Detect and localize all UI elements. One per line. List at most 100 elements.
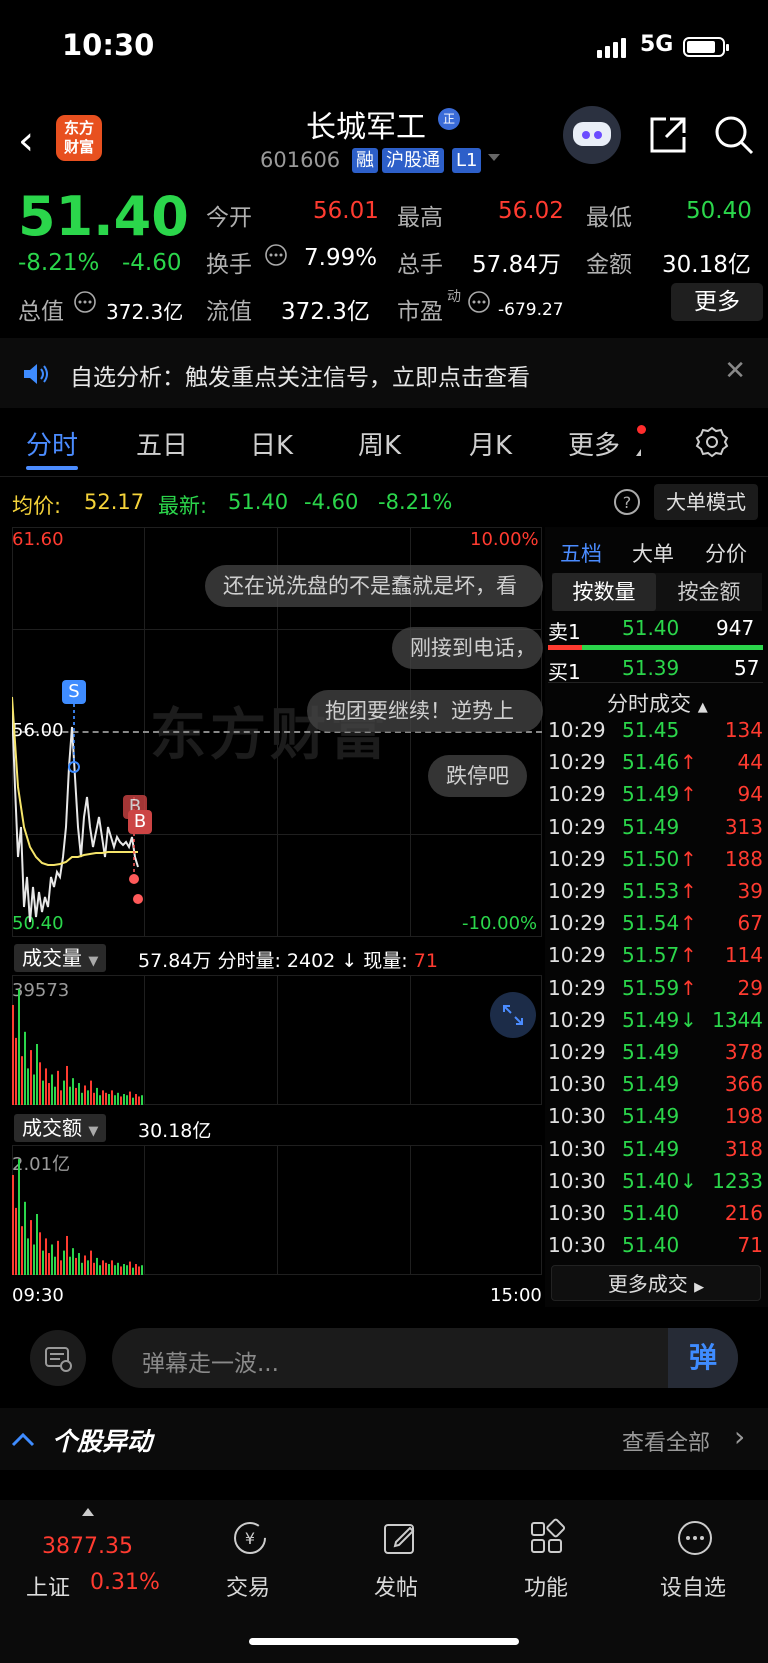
tab-big-orders[interactable]: 大单 bbox=[632, 538, 674, 568]
buy-marker[interactable]: B bbox=[128, 810, 152, 834]
danmu-bubble[interactable]: 还在说洗盘的不是蠢就是坏，看 bbox=[205, 565, 543, 607]
amount-bar bbox=[129, 1261, 131, 1275]
index-pct[interactable]: 0.31% bbox=[90, 1570, 160, 1595]
more-circle-icon[interactable] bbox=[675, 1518, 715, 1558]
trade-price: 51.50 bbox=[622, 846, 680, 871]
danmu-send-button[interactable]: 弹 bbox=[668, 1328, 738, 1388]
volume-bar bbox=[39, 1062, 41, 1105]
amount-bar bbox=[18, 1159, 20, 1275]
info-icon[interactable] bbox=[264, 243, 288, 267]
chevron-up-icon[interactable] bbox=[10, 1430, 36, 1448]
amount-dropdown[interactable]: 成交额 ▼ bbox=[14, 1112, 107, 1142]
ask1-price: 51.40 bbox=[622, 616, 680, 640]
amount-bars[interactable] bbox=[12, 1145, 152, 1275]
view-all-link[interactable]: 查看全部 bbox=[622, 1425, 710, 1457]
danmu-bubble[interactable]: 跌停吧 bbox=[428, 755, 527, 797]
active-tab-indicator bbox=[26, 466, 78, 470]
nav-post[interactable]: 发帖 bbox=[374, 1570, 418, 1602]
amount-bar bbox=[36, 1214, 38, 1275]
danmu-bubble[interactable]: 抱团要继续！逆势上 bbox=[307, 690, 543, 732]
amount-bar bbox=[117, 1262, 119, 1275]
nav-add-watchlist[interactable]: 设自选 bbox=[660, 1570, 726, 1602]
ai-assistant-icon[interactable] bbox=[563, 106, 621, 164]
notice-bar[interactable]: 自选分析：触发重点关注信号，立即点击查看 ✕ bbox=[0, 338, 768, 408]
help-icon[interactable]: ? bbox=[613, 488, 641, 516]
tab-daily-k[interactable]: 日K bbox=[250, 425, 293, 462]
signal-icon bbox=[597, 38, 629, 58]
info-icon[interactable] bbox=[73, 290, 97, 314]
danmu-bubble[interactable]: 刚接到电话， bbox=[392, 627, 543, 669]
trade-direction: ↓ bbox=[680, 1007, 697, 1032]
tab-weekly-k[interactable]: 周K bbox=[358, 425, 401, 462]
sell-marker[interactable]: S bbox=[62, 680, 86, 704]
trade-row: 10:29 51.46 ↑ 44 bbox=[548, 750, 763, 780]
by-amount-option[interactable]: 按金额 bbox=[656, 573, 762, 611]
share-icon[interactable] bbox=[646, 113, 690, 157]
nav-trade[interactable]: 交易 bbox=[226, 1570, 270, 1602]
abnormal-movement-bar[interactable]: 个股异动 查看全部 › bbox=[0, 1408, 768, 1470]
danmu-settings-icon[interactable] bbox=[30, 1330, 86, 1386]
trade-qty: 39 bbox=[737, 879, 763, 903]
index-expand-icon[interactable] bbox=[82, 1508, 94, 1516]
battery-icon bbox=[683, 37, 729, 57]
function-icon[interactable] bbox=[527, 1518, 567, 1558]
mktcap-value: 372.3亿 bbox=[106, 300, 184, 324]
tab-intraday[interactable]: 分时 bbox=[26, 425, 78, 462]
back-button[interactable]: ‹ bbox=[18, 118, 34, 164]
danmu-input[interactable]: 弹幕走一波... 弹 bbox=[112, 1328, 738, 1388]
svg-text:?: ? bbox=[623, 493, 632, 512]
index-value[interactable]: 3877.35 bbox=[42, 1534, 133, 1559]
trade-price: 51.49 bbox=[622, 1040, 680, 1064]
trades-title[interactable]: 分时成交 ▲ bbox=[607, 688, 708, 718]
quantity-amount-toggle[interactable]: 按数量 按金额 bbox=[552, 573, 762, 611]
volume-bar bbox=[111, 1090, 113, 1105]
trade-direction: ↑ bbox=[680, 975, 697, 1000]
index-name[interactable]: 上证 bbox=[26, 1570, 70, 1602]
nav-function[interactable]: 功能 bbox=[524, 1570, 568, 1602]
trade-direction: ↑ bbox=[680, 782, 697, 807]
volume-bars[interactable] bbox=[12, 975, 152, 1105]
volume-bar bbox=[84, 1085, 86, 1105]
gear-icon[interactable] bbox=[695, 425, 729, 459]
volume-bar bbox=[45, 1068, 47, 1105]
amount-bar bbox=[138, 1266, 140, 1275]
chevron-down-icon[interactable] bbox=[488, 154, 500, 161]
tab-more[interactable]: 更多 bbox=[568, 425, 620, 462]
tab-5day[interactable]: 五日 bbox=[136, 425, 188, 462]
search-icon[interactable] bbox=[712, 113, 756, 157]
volume-bar bbox=[81, 1092, 83, 1105]
trade-row: 10:30 51.40 ↓ 1233 bbox=[548, 1169, 763, 1199]
volume-dropdown[interactable]: 成交量 ▼ bbox=[14, 942, 107, 972]
trade-time: 10:29 bbox=[548, 943, 606, 968]
more-deals-button[interactable]: 更多成交 ▶ bbox=[551, 1265, 761, 1301]
info-icon[interactable] bbox=[467, 290, 491, 314]
tab-order-book[interactable]: 五档 bbox=[560, 538, 602, 568]
tab-price-dist[interactable]: 分价 bbox=[705, 538, 747, 568]
volume-bar bbox=[75, 1087, 77, 1105]
amount-bar bbox=[114, 1265, 116, 1275]
amount-bar bbox=[141, 1265, 143, 1275]
expand-icon[interactable] bbox=[490, 992, 536, 1038]
amount-total: 30.18亿 bbox=[138, 1120, 212, 1142]
volume-bar bbox=[129, 1091, 131, 1105]
turnover-label: 换手 bbox=[206, 252, 252, 278]
trade-row: 10:29 51.59 ↑ 29 bbox=[548, 976, 763, 1006]
trade-price: 51.59 bbox=[622, 975, 680, 1000]
post-icon[interactable] bbox=[380, 1518, 420, 1558]
pe-superscript: 动 bbox=[447, 289, 461, 305]
trade-direction: ↑ bbox=[680, 750, 697, 775]
amount-bar bbox=[90, 1250, 92, 1275]
trade-icon[interactable]: ¥ bbox=[230, 1518, 270, 1558]
more-quote-button[interactable]: 更多 bbox=[671, 283, 763, 321]
stock-title[interactable]: 长城军工 bbox=[306, 102, 426, 146]
trade-qty: 71 bbox=[737, 1233, 763, 1258]
tab-monthly-k[interactable]: 月K bbox=[469, 425, 512, 462]
volume-label: 总手 bbox=[397, 252, 443, 278]
volume-bar bbox=[105, 1092, 107, 1105]
by-quantity-option[interactable]: 按数量 bbox=[552, 573, 656, 611]
volume-bar bbox=[18, 989, 20, 1105]
app-logo[interactable]: 东方 财富 bbox=[56, 115, 102, 161]
big-order-mode-button[interactable]: 大单模式 bbox=[654, 484, 758, 520]
close-icon[interactable]: ✕ bbox=[724, 356, 746, 386]
amount-bar bbox=[27, 1238, 29, 1275]
